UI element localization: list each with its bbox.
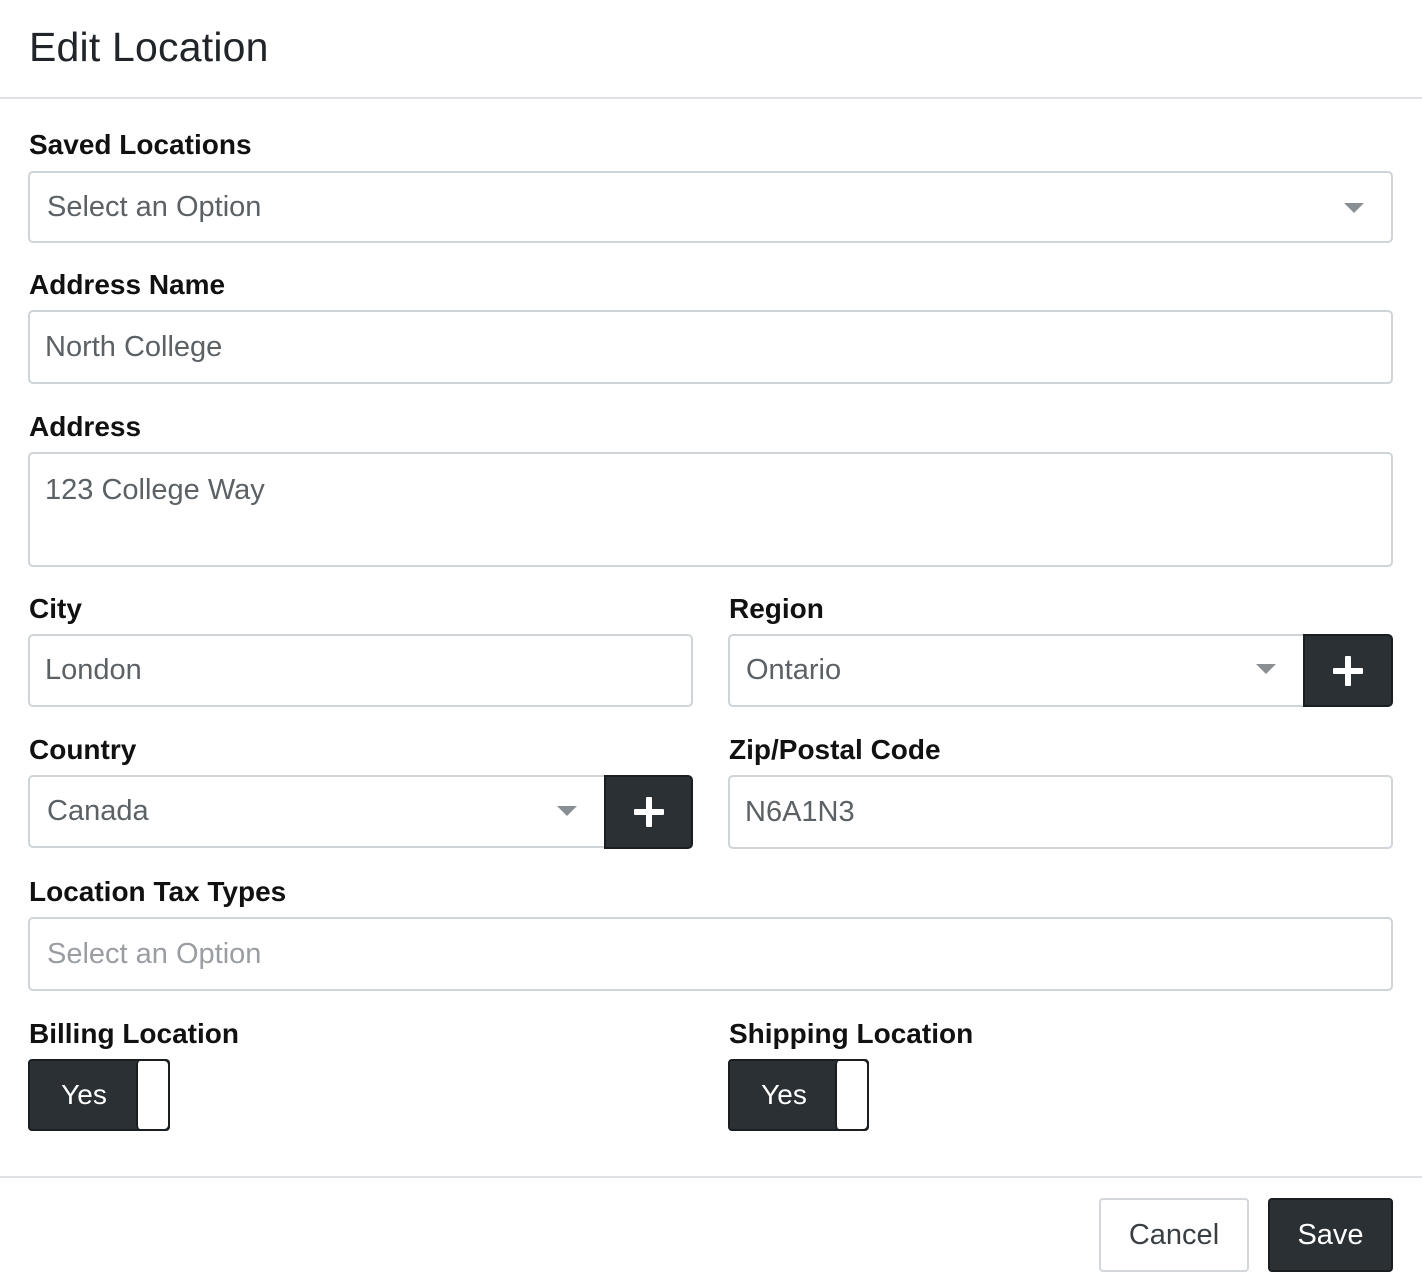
saved-locations-label: Saved Locations bbox=[29, 129, 252, 160]
footer-divider bbox=[0, 1176, 1422, 1178]
chevron-down-icon bbox=[1344, 203, 1364, 213]
location-tax-types-select[interactable]: Select an Option bbox=[28, 917, 1393, 991]
location-tax-types-label: Location Tax Types bbox=[29, 876, 287, 907]
toggle-knob bbox=[136, 1061, 168, 1129]
modal-title: Edit Location bbox=[29, 24, 269, 70]
region-select[interactable]: Ontario bbox=[728, 634, 1306, 707]
toggle-knob bbox=[835, 1061, 867, 1129]
address-name-label: Address Name bbox=[29, 269, 226, 300]
country-label: Country bbox=[29, 734, 137, 765]
billing-location-label: Billing Location bbox=[29, 1018, 239, 1049]
location-tax-types-placeholder: Select an Option bbox=[47, 937, 262, 970]
city-label: City bbox=[29, 593, 82, 624]
address-label: Address bbox=[29, 411, 142, 442]
postal-code-input[interactable]: N6A1N3 bbox=[728, 775, 1393, 849]
billing-toggle-text: Yes bbox=[61, 1079, 107, 1110]
city-value: London bbox=[45, 654, 142, 686]
edit-location-modal: Edit Location Saved Locations Select an … bbox=[0, 0, 1422, 1284]
plus-icon bbox=[1333, 655, 1363, 686]
shipping-location-toggle[interactable]: Yes bbox=[728, 1059, 869, 1131]
add-region-button[interactable] bbox=[1303, 634, 1393, 707]
country-value: Canada bbox=[47, 795, 149, 827]
region-value: Ontario bbox=[746, 654, 842, 686]
plus-icon bbox=[633, 797, 664, 827]
billing-location-toggle[interactable]: Yes bbox=[28, 1059, 170, 1131]
shipping-location-label: Shipping Location bbox=[729, 1018, 974, 1049]
cancel-button[interactable]: Cancel bbox=[1099, 1198, 1249, 1272]
address-textarea[interactable]: 123 College Way bbox=[28, 452, 1393, 567]
region-label: Region bbox=[729, 593, 824, 624]
postal-code-label: Zip/Postal Code bbox=[729, 734, 941, 765]
city-input[interactable]: London bbox=[28, 634, 693, 707]
address-name-input[interactable]: North College bbox=[28, 310, 1393, 384]
chevron-down-icon bbox=[557, 806, 577, 816]
saved-locations-select[interactable]: Select an Option bbox=[28, 171, 1393, 243]
shipping-toggle-text: Yes bbox=[761, 1079, 807, 1110]
country-select[interactable]: Canada bbox=[28, 775, 607, 848]
chevron-down-icon bbox=[1256, 664, 1276, 674]
saved-locations-value: Select an Option bbox=[47, 190, 262, 223]
address-name-value: North College bbox=[45, 330, 223, 363]
modal-header: Edit Location bbox=[0, 0, 1422, 99]
add-country-button[interactable] bbox=[604, 775, 693, 849]
save-button[interactable]: Save bbox=[1268, 1198, 1393, 1272]
postal-code-value: N6A1N3 bbox=[745, 795, 855, 828]
address-value: 123 College Way bbox=[45, 474, 265, 506]
